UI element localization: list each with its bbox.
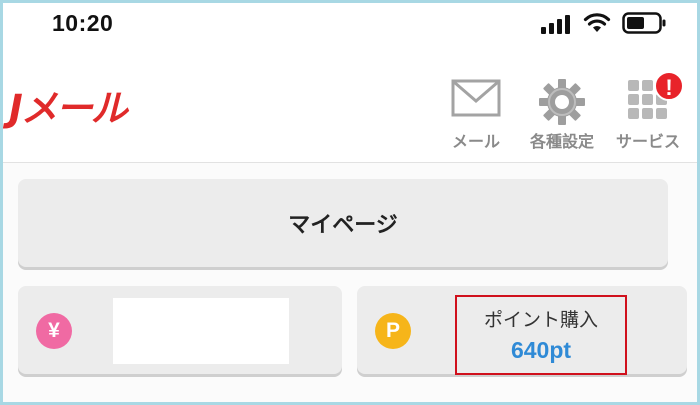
mypage-button[interactable]: マイページ (18, 179, 668, 267)
main-content: マイページ ¥ P ポイント購入 640pt (3, 163, 697, 402)
yen-icon: ¥ (36, 313, 72, 349)
app-header: Jメール メール 各種設定 ! サービス (3, 48, 697, 163)
logo-text: Jメール (9, 87, 128, 130)
point-icon: P (375, 313, 411, 349)
status-time: 10:20 (52, 10, 114, 36)
cellular-signal-icon (541, 15, 570, 34)
jmail-logo[interactable]: Jメール (9, 84, 177, 134)
services-button[interactable]: ! サービス (608, 71, 688, 156)
yen-balance-value (113, 298, 289, 364)
settings-label: 各種設定 (529, 132, 594, 151)
mail-label: メール (451, 132, 500, 151)
wifi-icon (583, 13, 611, 32)
settings-button[interactable]: 各種設定 (522, 76, 602, 156)
mypage-label: マイページ (288, 213, 398, 238)
services-label: サービス (615, 132, 680, 151)
point-highlight-box: ポイント購入 640pt (455, 295, 627, 375)
point-purchase-card[interactable]: P ポイント購入 640pt (357, 286, 687, 375)
point-purchase-label: ポイント購入 (483, 309, 598, 331)
envelope-icon (451, 79, 501, 117)
point-balance-value: 640pt (510, 337, 572, 363)
notification-badge: ! (654, 71, 684, 101)
gear-icon (539, 79, 585, 125)
yen-balance-card[interactable]: ¥ (18, 286, 342, 374)
battery-icon (622, 12, 666, 34)
mail-button[interactable]: メール (436, 76, 516, 156)
status-bar: 10:20 (0, 0, 700, 48)
